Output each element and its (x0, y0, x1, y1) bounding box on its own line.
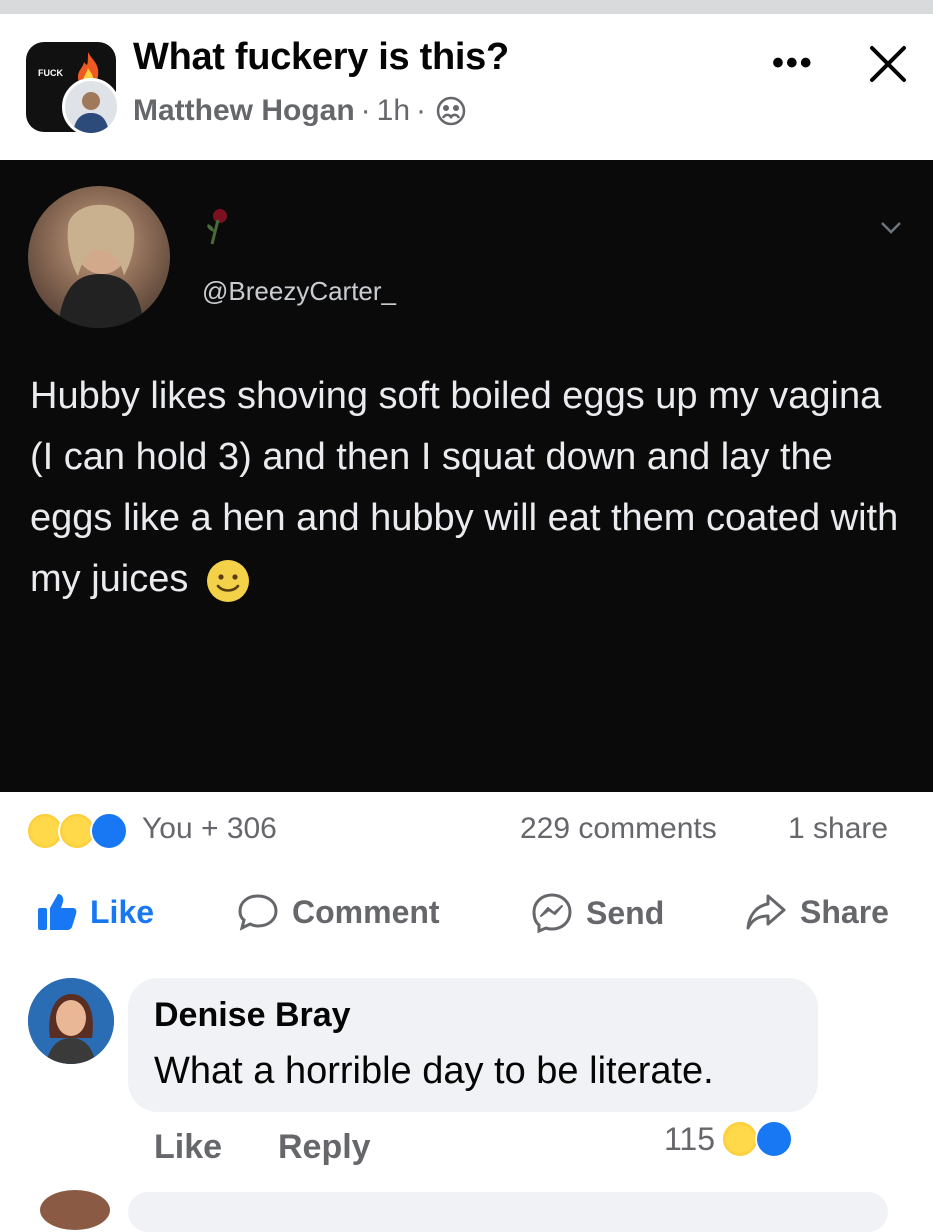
top-status-strip (0, 0, 933, 14)
close-icon[interactable] (866, 42, 910, 86)
group-avatar-text: FUCK (38, 68, 63, 78)
comment-author[interactable]: Denise Bray (154, 996, 351, 1035)
reaction-icons[interactable] (26, 812, 128, 850)
like-button[interactable]: Like (36, 892, 154, 932)
author-avatar[interactable] (62, 78, 120, 136)
next-commenter-avatar[interactable] (40, 1190, 110, 1230)
group-privacy-icon (436, 96, 466, 126)
comment-reaction-count: 115 (664, 1120, 716, 1157)
post-meta: Matthew Hogan · 1h · (133, 94, 466, 128)
comment-like-button[interactable]: Like (154, 1128, 222, 1167)
tweet-handle: @BreezyCarter_ (202, 276, 397, 306)
rose-emoji-icon (207, 209, 227, 245)
next-comment-bubble[interactable] (128, 1192, 888, 1232)
comment-reply-button[interactable]: Reply (278, 1128, 371, 1167)
person-icon (73, 92, 109, 133)
share-button-label: Share (800, 893, 889, 930)
tweet-content: @BreezyCarter_ Hubby likes shoving soft … (0, 160, 933, 792)
chevron-down-icon[interactable] (878, 218, 904, 238)
send-button[interactable]: Send (530, 892, 664, 934)
send-button-label: Send (586, 894, 665, 931)
comment-text: What a horrible day to be literate. (154, 1050, 714, 1092)
comment-button[interactable]: Comment (236, 892, 440, 932)
avatar-person-icon (28, 978, 114, 1064)
meta-separator: · (360, 94, 371, 127)
share-arrow-icon (746, 894, 786, 930)
smiling-face-emoji-icon (206, 559, 249, 602)
meta-separator-2: · (416, 94, 427, 127)
thumbs-up-icon (38, 894, 77, 930)
messenger-icon (532, 893, 572, 934)
more-options-icon[interactable]: ••• (772, 44, 814, 83)
post-title: What fuckery is this? (133, 36, 509, 78)
like-button-label: Like (90, 893, 155, 930)
comment-reactions[interactable]: 115 (664, 1120, 794, 1158)
like-reaction-icon (755, 1120, 794, 1158)
tweet-text: Hubby likes shoving soft boiled eggs up … (30, 375, 899, 600)
shares-count[interactable]: 1 share (788, 812, 888, 846)
reactions-summary[interactable]: You + 306 (142, 812, 277, 846)
post-time[interactable]: 1h (377, 94, 410, 128)
share-button[interactable]: Share (744, 892, 889, 932)
commenter-avatar[interactable] (28, 978, 114, 1064)
author-name[interactable]: Matthew Hogan (133, 94, 355, 128)
person-photo-icon (58, 204, 144, 328)
comment-bubble-icon (238, 894, 278, 931)
like-reaction-icon (90, 812, 128, 850)
tweet-text-block: Hubby likes shoving soft boiled eggs up … (30, 366, 910, 610)
comment-button-label: Comment (292, 893, 440, 930)
comments-count[interactable]: 229 comments (520, 812, 717, 846)
haha-reaction-icon (721, 1120, 760, 1158)
tweet-author-avatar (28, 186, 170, 328)
